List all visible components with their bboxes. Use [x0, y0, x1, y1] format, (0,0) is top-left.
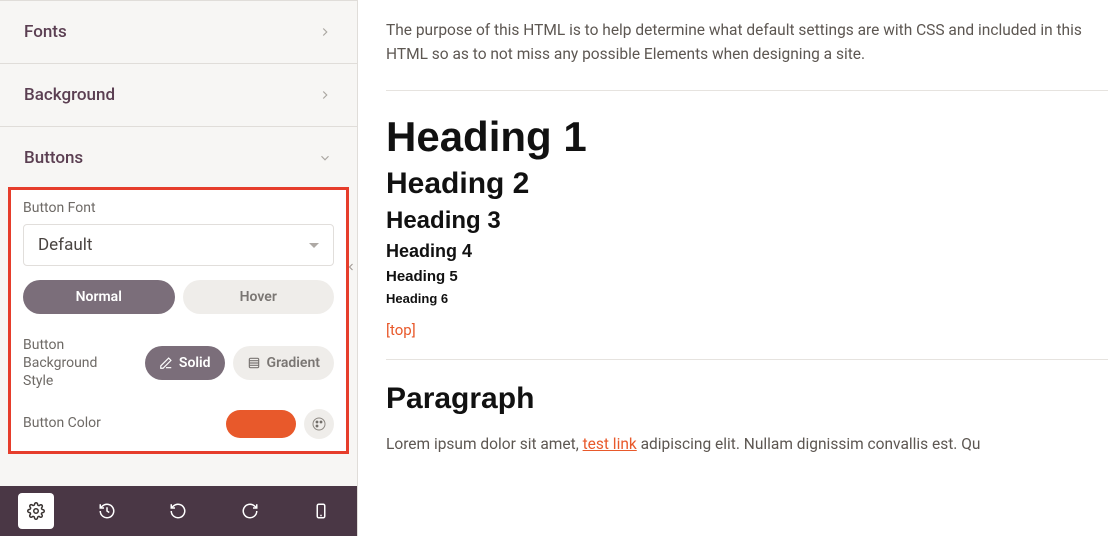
- heading-2: Heading 2: [386, 167, 1108, 201]
- section-label: Background: [24, 85, 115, 105]
- state-toggle: Normal Hover: [23, 280, 334, 314]
- undo-button[interactable]: [160, 493, 196, 529]
- settings-button[interactable]: [18, 493, 54, 529]
- preview-pane: The purpose of this HTML is to help dete…: [358, 0, 1116, 536]
- mobile-icon: [312, 502, 330, 520]
- state-tab-normal[interactable]: Normal: [23, 280, 175, 314]
- button-font-label: Button Font: [23, 200, 334, 216]
- heading-3: Heading 3: [386, 207, 1108, 235]
- buttons-panel: Button Font Default Normal Hover Button …: [8, 187, 349, 454]
- heading-5: Heading 5: [386, 268, 1108, 285]
- mobile-preview-button[interactable]: [303, 493, 339, 529]
- state-tab-hover[interactable]: Hover: [183, 280, 335, 314]
- heading-6: Heading 6: [386, 291, 1108, 306]
- section-label: Buttons: [24, 148, 83, 168]
- customizer-sidebar: Fonts Background Buttons: [0, 0, 358, 536]
- paragraph-suffix: adipiscing elit. Nullam dignissim conval…: [637, 435, 981, 453]
- section-background[interactable]: Background: [0, 64, 357, 127]
- intro-text: The purpose of this HTML is to help dete…: [386, 18, 1108, 66]
- section-buttons[interactable]: Buttons: [0, 127, 357, 189]
- color-control: [226, 409, 334, 439]
- chevron-right-icon: [317, 24, 333, 40]
- redo-icon: [241, 502, 259, 520]
- button-font-select[interactable]: Default: [23, 224, 334, 266]
- history-icon: [98, 502, 116, 520]
- color-swatch[interactable]: [226, 410, 296, 438]
- section-fonts[interactable]: Fonts: [0, 0, 357, 64]
- divider: [386, 90, 1108, 91]
- redo-button[interactable]: [232, 493, 268, 529]
- bg-style-gradient[interactable]: Gradient: [233, 346, 334, 380]
- undo-icon: [169, 502, 187, 520]
- divider: [386, 359, 1108, 360]
- paragraph-prefix: Lorem ipsum dolor sit amet,: [386, 435, 583, 453]
- section-label: Fonts: [24, 22, 67, 42]
- gradient-icon: [247, 356, 261, 370]
- opt-label: Gradient: [267, 355, 320, 371]
- bg-style-solid[interactable]: Solid: [145, 346, 225, 380]
- sidebar-scroll: Fonts Background Buttons: [0, 0, 357, 536]
- bg-style-options: Solid Gradient: [145, 346, 334, 380]
- paragraph-heading: Paragraph: [386, 382, 1108, 416]
- bg-style-row: Button Background Style Solid: [23, 336, 334, 391]
- button-color-row: Button Color: [23, 409, 334, 439]
- top-link[interactable]: [top]: [386, 321, 416, 339]
- chevron-down-icon: [317, 150, 333, 166]
- collapse-sidebar-button[interactable]: [344, 258, 358, 276]
- select-value: Default: [38, 235, 92, 255]
- pencil-icon: [159, 356, 173, 370]
- palette-icon: [311, 416, 327, 432]
- bottom-toolbar: [0, 486, 357, 536]
- paragraph-body: Lorem ipsum dolor sit amet, test link ad…: [386, 432, 1108, 456]
- test-link[interactable]: test link: [583, 435, 637, 453]
- caret-down-icon: [309, 243, 319, 248]
- color-picker-button[interactable]: [304, 409, 334, 439]
- opt-label: Solid: [179, 355, 211, 371]
- chevron-right-icon: [317, 87, 333, 103]
- heading-4: Heading 4: [386, 241, 1108, 262]
- bg-style-label: Button Background Style: [23, 336, 123, 391]
- heading-1: Heading 1: [386, 113, 1108, 161]
- history-button[interactable]: [89, 493, 125, 529]
- gear-icon: [27, 502, 45, 520]
- button-color-label: Button Color: [23, 414, 216, 432]
